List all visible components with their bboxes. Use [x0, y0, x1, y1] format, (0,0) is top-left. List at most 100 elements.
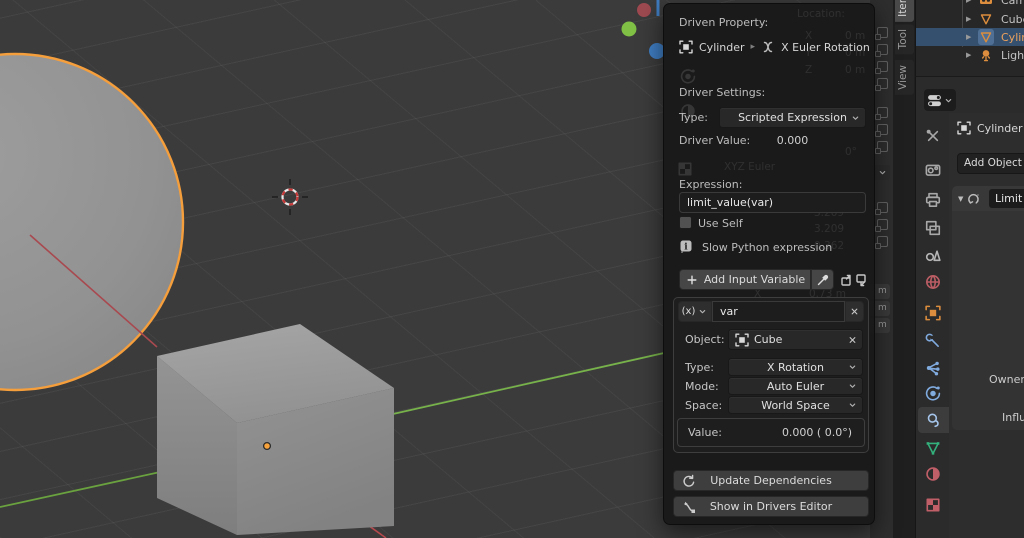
paste-icon: [854, 273, 868, 287]
mode-label: Mode:: [685, 380, 719, 393]
properties-editor-icon: [927, 93, 942, 108]
ghost-text: Location:: [797, 8, 845, 20]
driver-settings-label: Driver Settings:: [679, 86, 765, 99]
animate-decorator-icon[interactable]: [877, 219, 888, 230]
object-icon: [957, 121, 971, 135]
properties-tab-world[interactable]: [916, 269, 949, 295]
properties-tab-output[interactable]: [916, 187, 949, 213]
show-in-drivers-editor-button[interactable]: Show in Drivers Editor: [673, 496, 869, 517]
mode-dropdown[interactable]: Auto Euler: [728, 377, 863, 395]
mesh-icon: [978, 11, 994, 27]
properties-tab-render[interactable]: [916, 157, 949, 183]
outliner-row-camera[interactable]: ▶ Camera: [916, 0, 1024, 9]
animate-decorator-icon[interactable]: [877, 141, 888, 152]
use-self-checkbox[interactable]: [679, 216, 692, 229]
animate-decorator-icon[interactable]: [877, 236, 888, 247]
animate-decorator-icon[interactable]: [877, 202, 888, 213]
outliner-item-label[interactable]: Cube: [1001, 13, 1024, 26]
properties-tab-physics[interactable]: [916, 380, 949, 406]
origin-dot: [264, 443, 271, 450]
variable-type-dropdown[interactable]: (x): [678, 301, 712, 322]
chevron-down-icon: [847, 400, 858, 411]
update-dependencies-button[interactable]: Update Dependencies: [673, 470, 869, 491]
chevron-down-icon: [850, 112, 861, 123]
properties-tab-column: [916, 113, 949, 538]
properties-tab-object-data[interactable]: [916, 435, 949, 461]
limit-rotation-icon: [967, 192, 981, 206]
add-input-variable-button[interactable]: Add Input Variable: [679, 269, 811, 290]
expand-arrow-icon[interactable]: ▶: [966, 0, 971, 4]
expand-arrow-icon[interactable]: ▶: [966, 33, 971, 41]
gizmo-axis-ball: [622, 22, 637, 37]
properties-tab-view-layer[interactable]: [916, 215, 949, 241]
animate-decorator-icon[interactable]: [877, 44, 888, 55]
outliner-row-cylinder[interactable]: ▶ Cylinder: [916, 28, 1024, 46]
collapse-arrow-icon[interactable]: ▼: [958, 195, 963, 203]
space-dropdown[interactable]: World Space: [728, 396, 863, 414]
outliner-row-cube[interactable]: ▶ Cube: [916, 10, 1024, 28]
cylinder-object: [0, 54, 183, 390]
driver-type-value: Scripted Expression: [738, 111, 847, 124]
animate-decorator-icon[interactable]: [877, 124, 888, 135]
add-input-variable-group: Add Input Variable: [679, 269, 834, 290]
eyedropper-button[interactable]: [811, 269, 834, 290]
refresh-icon: [682, 474, 696, 488]
ghost-text: 0 m: [845, 64, 865, 76]
blender-window: mmm ItemToolView ▶Camera▶Cube▶Cylinder▶L…: [0, 0, 1024, 538]
outliner-item-label[interactable]: Light: [1001, 49, 1024, 62]
expand-arrow-icon[interactable]: ▶: [966, 15, 971, 23]
driver-type-dropdown[interactable]: Scripted Expression: [719, 107, 866, 128]
close-icon: [849, 306, 860, 317]
expand-arrow-icon[interactable]: ▶: [966, 51, 971, 59]
properties-tab-texture[interactable]: [916, 492, 949, 518]
properties-tab-constraints[interactable]: [918, 407, 949, 433]
ghost-text: Z: [805, 64, 812, 76]
properties-tab-material[interactable]: [916, 461, 949, 487]
variable-type-label: (x): [682, 306, 696, 317]
properties-tab-modifiers[interactable]: [916, 328, 949, 354]
sidebar-tab-view[interactable]: View: [895, 60, 914, 95]
object-label: Object:: [685, 333, 725, 346]
properties-tab-scene[interactable]: [916, 241, 949, 267]
breadcrumb-object-label[interactable]: Cylinder: [977, 122, 1023, 135]
variable-value: 0.000 ( 0.0°): [782, 426, 852, 439]
close-icon[interactable]: [847, 334, 858, 345]
mode-value: Auto Euler: [767, 380, 824, 393]
outliner-row-light[interactable]: ▶ Light: [916, 46, 1024, 64]
update-dependencies-label: Update Dependencies: [710, 474, 832, 487]
expression-input[interactable]: limit_value(var): [679, 192, 866, 213]
properties-tab-object[interactable]: [916, 300, 949, 326]
object-field[interactable]: Cube: [728, 329, 863, 350]
ghost-text: 0°: [845, 146, 857, 158]
variable-value-box: Value: 0.000 ( 0.0°): [677, 418, 865, 447]
info-icon: i: [679, 239, 693, 253]
sidebar-tab-tool[interactable]: Tool: [895, 24, 914, 54]
y-axis-line: [393, 353, 664, 414]
paste-variables-button[interactable]: [854, 272, 868, 287]
add-input-variable-label: Add Input Variable: [704, 273, 805, 286]
chevron-right-icon: ▸: [751, 42, 756, 52]
chevron-down-icon: [847, 381, 858, 392]
animate-decorator-icon[interactable]: [877, 61, 888, 72]
editor-type-button[interactable]: [924, 89, 956, 111]
animate-decorator-icon[interactable]: [877, 78, 888, 89]
variable-name-input[interactable]: var: [712, 301, 845, 322]
rotation-mode-dropdown-edge[interactable]: [874, 165, 890, 180]
sidebar-tab-item[interactable]: Item: [895, 0, 914, 22]
add-object-constraint-button[interactable]: Add Object Constraint: [957, 153, 1024, 174]
copy-variables-button[interactable]: [839, 272, 853, 287]
properties-tab-particles[interactable]: [916, 355, 949, 381]
ghost-viewport-control: [680, 68, 696, 87]
outliner: ▶ Camera ▶ Cube ▶ Cylinder ▶ Light: [915, 0, 1024, 76]
animate-decorator-icon[interactable]: [877, 27, 888, 38]
outliner-item-label[interactable]: Camera: [1001, 0, 1024, 7]
animate-decorator-icon[interactable]: [877, 107, 888, 118]
ghost-text: XYZ Euler: [724, 161, 775, 173]
outliner-item-label[interactable]: Cylinder: [1001, 31, 1024, 44]
constraint-name-field[interactable]: Limit Rotation: [989, 189, 1024, 208]
target-object-label: Cylinder: [699, 41, 745, 54]
properties-tab-tool[interactable]: [916, 123, 949, 149]
remove-variable-button[interactable]: [845, 301, 864, 322]
gizmo-axis-ball: [637, 3, 651, 17]
var-type-dropdown[interactable]: X Rotation: [728, 358, 863, 376]
